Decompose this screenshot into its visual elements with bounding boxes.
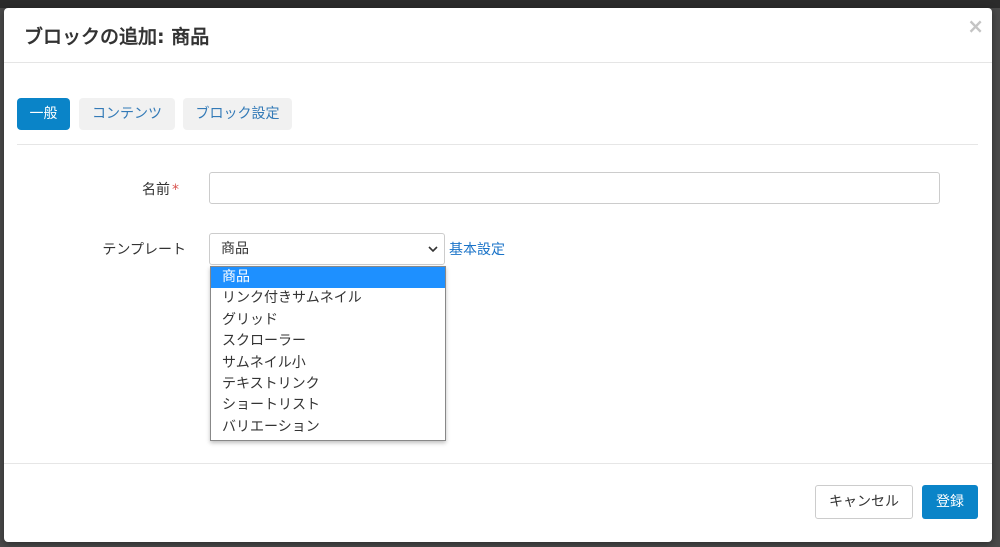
modal-header: ブロックの追加: 商品 ×	[4, 8, 992, 63]
modal-title: ブロックの追加: 商品	[24, 26, 210, 48]
required-mark: *	[172, 182, 179, 198]
template-select-value: 商品	[221, 241, 249, 257]
tab-general[interactable]: 一般	[17, 98, 70, 130]
template-option-scroller[interactable]: スクローラー	[211, 331, 445, 352]
footer-divider	[4, 463, 992, 464]
template-dropdown-list: 商品 リンク付きサムネイル グリッド スクローラー サムネイル小 テキストリンク…	[210, 266, 446, 441]
tab-contents[interactable]: コンテンツ	[79, 98, 175, 130]
tabs-divider	[17, 144, 978, 145]
template-select[interactable]: 商品	[209, 233, 445, 265]
add-block-modal: ブロックの追加: 商品 × 一般 コンテンツ ブロック設定 名前 * テンプレート…	[4, 8, 992, 542]
name-label: 名前 *	[59, 179, 179, 199]
template-option-grid[interactable]: グリッド	[211, 310, 445, 331]
template-option-product[interactable]: 商品	[211, 267, 445, 289]
submit-button[interactable]: 登録	[922, 485, 978, 519]
cancel-button[interactable]: キャンセル	[815, 485, 913, 519]
name-label-text: 名前	[142, 182, 170, 198]
close-icon[interactable]: ×	[967, 14, 984, 38]
template-option-linked-thumbnail[interactable]: リンク付きサムネイル	[211, 288, 445, 309]
tab-block-settings[interactable]: ブロック設定	[183, 98, 292, 130]
name-input[interactable]	[209, 172, 940, 204]
template-option-short-list[interactable]: ショートリスト	[211, 395, 445, 416]
template-option-variation[interactable]: バリエーション	[211, 417, 445, 438]
template-label: テンプレート	[102, 242, 186, 258]
basic-settings-link[interactable]: 基本設定	[449, 239, 505, 259]
template-option-text-link[interactable]: テキストリンク	[211, 374, 445, 395]
page-backdrop	[0, 0, 1000, 8]
template-option-small-thumbnail[interactable]: サムネイル小	[211, 353, 445, 374]
chevron-down-icon	[428, 246, 438, 253]
